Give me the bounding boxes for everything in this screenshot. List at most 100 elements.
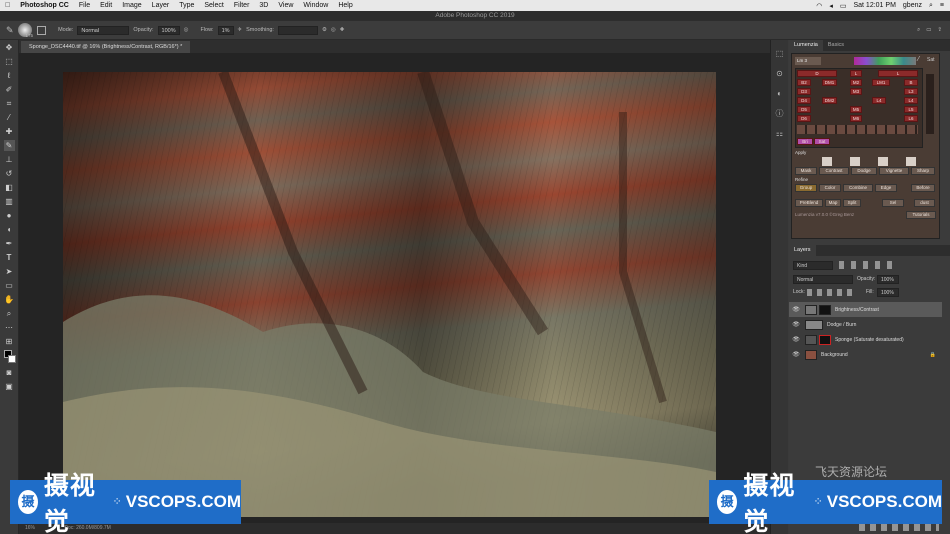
menu-help[interactable]: Help <box>333 2 357 9</box>
menu-edit[interactable]: Edit <box>95 2 117 9</box>
marquee-tool-icon[interactable]: ⬚ <box>4 56 15 67</box>
menu-3d[interactable]: 3D <box>254 2 273 9</box>
filter-icons[interactable] <box>839 261 899 269</box>
hand-tool-icon[interactable]: ✋ <box>4 294 15 305</box>
lum-btn-b[interactable]: B <box>904 79 918 86</box>
lum-btn-l4b[interactable]: L4 <box>904 97 918 104</box>
share-icon[interactable]: ⇪ <box>937 27 942 34</box>
kind-filter[interactable]: Kind <box>793 261 833 270</box>
apple-icon[interactable]:  <box>0 2 15 9</box>
wifi-icon[interactable]: ◠ <box>816 2 822 10</box>
lum-btn-l6[interactable]: L6 <box>904 115 918 122</box>
layer-row-dodge-burn[interactable]: 👁 Dodge / Burn <box>789 317 942 332</box>
before-button[interactable]: Before <box>911 184 935 192</box>
shape-tool-icon[interactable]: ▭ <box>4 280 15 291</box>
layer-row-sponge[interactable]: 👁 Sponge (Saturate desaturated) <box>789 332 942 347</box>
sat-label[interactable]: Sat <box>927 57 935 63</box>
lum-btn-dm2[interactable]: DM2 <box>822 97 837 104</box>
brush-tool-icon[interactable]: ✎ <box>3 140 15 151</box>
lum-btn-lm1[interactable]: LM1 <box>872 79 890 86</box>
pressure-opacity-icon[interactable]: ◎ <box>184 27 189 33</box>
lum-btn-d[interactable]: D <box>797 70 837 77</box>
vignette-button[interactable]: Vignette <box>879 167 909 175</box>
document-tab[interactable]: Sponge_DSC4440.tif @ 16% (Brightness/Con… <box>21 41 191 53</box>
eye-icon[interactable]: 👁 <box>789 336 803 343</box>
type-tool-icon[interactable]: T <box>4 252 15 263</box>
battery-icon[interactable]: ▭ <box>840 2 847 10</box>
layer-row-background[interactable]: 👁 Background 🔒 <box>789 347 942 362</box>
contrast-button[interactable]: Contrast <box>819 167 849 175</box>
history-brush-icon[interactable]: ↺ <box>4 168 15 179</box>
zoom-level[interactable]: 16% <box>25 525 35 531</box>
path-select-icon[interactable]: ➤ <box>4 266 15 277</box>
mode-select[interactable]: Normal <box>77 25 130 35</box>
combine-button[interactable]: Combine <box>843 184 873 192</box>
slider-track[interactable] <box>926 74 934 134</box>
lum-btn-d4[interactable]: D4 <box>797 97 811 104</box>
eye-icon[interactable]: 👁 <box>789 306 803 313</box>
tab-lumenzia[interactable]: Lumenzia <box>789 40 823 51</box>
workspace-icon[interactable]: ▭ <box>926 27 931 34</box>
gradient-tool-icon[interactable]: ▥ <box>4 196 15 207</box>
lum-btn-m3[interactable]: M3 <box>850 88 862 95</box>
tutorials-button[interactable]: Tutorials <box>906 211 936 219</box>
preblend-button[interactable]: PreBlend <box>795 199 823 207</box>
menu-list-icon[interactable]: ≡ <box>940 2 944 9</box>
eraser-tool-icon[interactable]: ◧ <box>4 182 15 193</box>
brush-settings-icon[interactable] <box>37 25 47 35</box>
lumenzia-icon[interactable]: ⬚ <box>774 48 786 60</box>
lum-btn-b2[interactable]: B2 <box>797 79 811 86</box>
lum-btn-m5[interactable]: M5 <box>850 106 862 113</box>
document-image[interactable] <box>63 72 716 517</box>
color-swatches[interactable] <box>3 350 16 364</box>
search-icon[interactable]: ⌕ <box>929 2 933 10</box>
brush-tool-icon[interactable]: ✎ <box>6 25 14 36</box>
volume-icon[interactable]: ◂ <box>829 2 833 10</box>
sat-button[interactable]: Sat <box>814 138 830 145</box>
menu-window[interactable]: Window <box>298 2 333 9</box>
layer-row-brightness[interactable]: 👁 Brightness/Contrast <box>789 302 942 317</box>
more-tools-icon[interactable]: ⋯ <box>4 322 15 333</box>
color-icon[interactable]: ◐ <box>774 88 786 100</box>
edge-button[interactable]: Edge <box>875 184 897 192</box>
history-icon[interactable]: ⊙ <box>774 68 786 80</box>
lum-btn-m2[interactable]: M2 <box>850 79 862 86</box>
quick-mask-icon[interactable]: ◙ <box>4 367 15 378</box>
lasso-tool-icon[interactable]: ℓ <box>4 70 15 81</box>
search-icon[interactable]: ⌕ <box>917 27 920 34</box>
lum-btn-l1[interactable]: L <box>850 70 862 77</box>
mask-button[interactable]: Mask <box>795 167 817 175</box>
layer-opacity-field[interactable]: 100% <box>877 275 899 284</box>
sharp-button[interactable]: Sharp <box>911 167 935 175</box>
sel-button[interactable]: Sel <box>882 199 904 207</box>
menu-view[interactable]: View <box>273 2 298 9</box>
lock-icons[interactable] <box>807 289 853 296</box>
edit-toolbar-icon[interactable]: ⊞ <box>4 336 15 347</box>
screen-mode-icon[interactable]: ▣ <box>4 381 15 392</box>
pen-tool-icon[interactable]: ✒ <box>4 238 15 249</box>
bri-button[interactable]: Bri <box>797 138 813 145</box>
canvas-area[interactable] <box>19 53 770 523</box>
app-menu[interactable]: Photoshop CC <box>15 2 74 9</box>
eyedropper-icon[interactable]: ⁄ <box>918 56 919 63</box>
lum-btn-l5[interactable]: L5 <box>904 106 918 113</box>
opacity-field[interactable]: 100% <box>157 25 180 35</box>
tab-layers[interactable]: Layers <box>789 245 816 256</box>
quick-select-tool-icon[interactable]: ✐ <box>4 84 15 95</box>
color-swatch-row[interactable] <box>854 57 916 65</box>
zone-number-row[interactable] <box>797 125 918 134</box>
group-button[interactable]: Group <box>795 184 817 192</box>
lum-btn-m6[interactable]: M6 <box>850 115 862 122</box>
menu-file[interactable]: File <box>74 2 95 9</box>
layer-footer-icons[interactable] <box>859 524 939 531</box>
healing-tool-icon[interactable]: ✚ <box>4 126 15 137</box>
dust-button[interactable]: dust <box>914 199 935 207</box>
symmetry-icon[interactable]: ✚ <box>340 27 345 33</box>
eye-icon[interactable]: 👁 <box>789 321 803 328</box>
fill-field[interactable]: 100% <box>877 288 899 297</box>
menu-layer[interactable]: Layer <box>147 2 175 9</box>
pressure-size-icon[interactable]: ◎ <box>331 27 336 33</box>
dodge-button[interactable]: Dodge <box>851 167 877 175</box>
preset-select[interactable]: Lm 3 <box>795 57 821 65</box>
split-button[interactable]: Split <box>843 199 861 207</box>
